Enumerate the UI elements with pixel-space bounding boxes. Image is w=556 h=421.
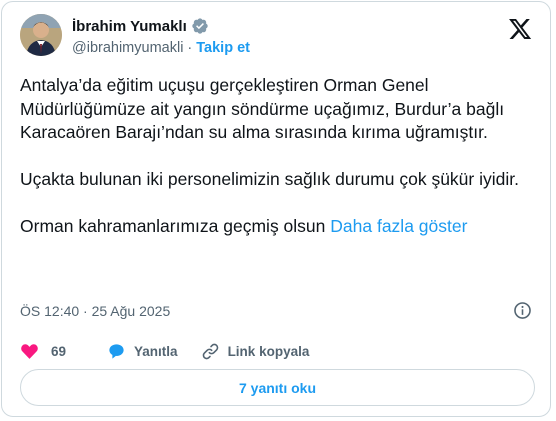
reply-label: Yanıtla xyxy=(134,344,178,359)
copy-link-button[interactable]: Link kopyala xyxy=(201,342,310,361)
tweet-text: Antalya’da eğitim uçuşu gerçekleştiren O… xyxy=(20,74,535,239)
action-bar: 69 Yanıtla Link kopyala xyxy=(20,342,309,361)
info-icon[interactable] xyxy=(513,301,532,325)
verified-badge-icon xyxy=(191,17,209,35)
avatar[interactable] xyxy=(20,14,62,56)
tweet-paragraph: Uçakta bulunan iki personelimizin sağlık… xyxy=(20,169,519,189)
read-replies-button[interactable]: 7 yanıtı oku xyxy=(20,369,535,406)
tweet-paragraph-last: Orman kahramanlarımıza geçmiş olsun Daha… xyxy=(20,215,535,239)
follow-button[interactable]: Takip et xyxy=(196,40,250,56)
tweet-card: İbrahim Yumaklı @ibrahimyumakli · Takip … xyxy=(1,1,551,417)
link-icon xyxy=(202,343,218,360)
timestamp[interactable]: ÖS 12:40 · 25 Ağu 2025 xyxy=(20,303,170,319)
separator-dot: · xyxy=(187,40,193,56)
handle-row: @ibrahimyumakli · Takip et xyxy=(72,40,250,56)
like-button[interactable]: 69 xyxy=(20,342,66,361)
reply-bubble-icon xyxy=(109,344,124,359)
x-logo-icon[interactable] xyxy=(509,19,532,45)
display-name[interactable]: İbrahim Yumaklı xyxy=(72,18,187,35)
handle[interactable]: @ibrahimyumakli xyxy=(72,40,183,56)
tweet-paragraph-last-text: Orman kahramanlarımıza geçmiş olsun xyxy=(20,216,326,236)
tweet-paragraph: Antalya’da eğitim uçuşu gerçekleştiren O… xyxy=(20,75,505,142)
copy-link-label: Link kopyala xyxy=(227,344,310,359)
heart-icon xyxy=(21,344,38,359)
author-name-row: İbrahim Yumaklı xyxy=(72,17,209,35)
reply-button[interactable]: Yanıtla xyxy=(107,342,178,361)
show-more-link[interactable]: Daha fazla göster xyxy=(330,216,467,236)
like-count: 69 xyxy=(51,344,67,359)
